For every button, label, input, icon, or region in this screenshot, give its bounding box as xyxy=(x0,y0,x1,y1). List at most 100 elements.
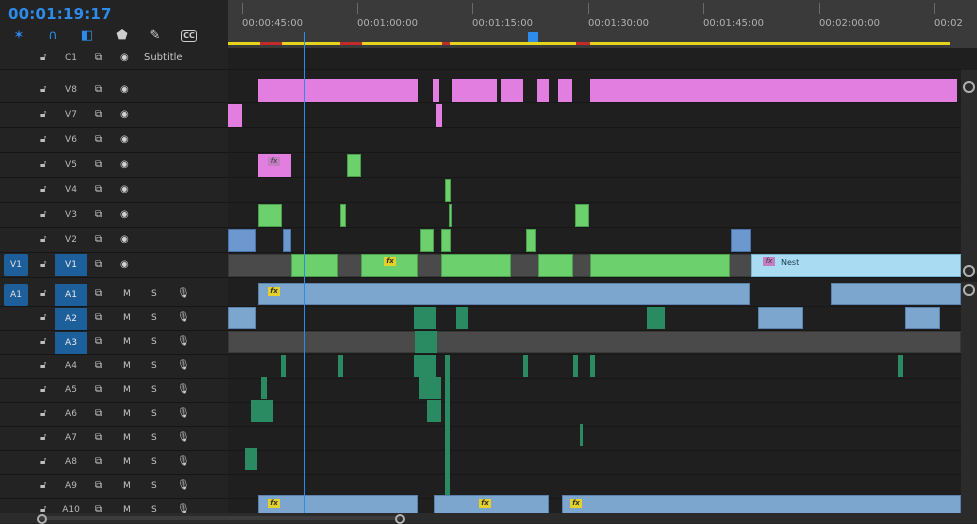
sync-lock-icon[interactable]: ⧉ xyxy=(95,312,102,323)
solo-button[interactable]: S xyxy=(151,337,157,347)
solo-button[interactable]: S xyxy=(151,433,157,443)
audio-clip[interactable] xyxy=(228,307,256,329)
sync-lock-icon[interactable]: ⧉ xyxy=(95,184,102,195)
source-target-button[interactable]: A1 xyxy=(4,284,28,306)
track-name[interactable]: V7 xyxy=(55,110,87,120)
playhead-handle[interactable] xyxy=(528,32,538,42)
mute-button[interactable]: M xyxy=(123,313,131,323)
track-name[interactable]: V3 xyxy=(55,210,87,220)
audio-lane[interactable] xyxy=(228,403,961,427)
scroll-handle-top[interactable] xyxy=(963,284,975,296)
audio-lane[interactable] xyxy=(228,451,961,475)
sync-lock-icon[interactable]: ⧉ xyxy=(95,336,102,347)
marker-icon[interactable]: ⬟ xyxy=(114,28,130,44)
track-name[interactable]: A4 xyxy=(55,361,87,371)
audio-track-fill[interactable] xyxy=(228,331,961,353)
video-clip[interactable] xyxy=(445,179,451,202)
eye-icon[interactable]: ◉ xyxy=(120,84,129,95)
microphone-icon[interactable]: 🎙︎ xyxy=(177,432,190,443)
sync-lock-icon[interactable]: ⧉ xyxy=(95,288,102,299)
mute-button[interactable]: M xyxy=(123,457,131,467)
solo-button[interactable]: S xyxy=(151,385,157,395)
microphone-icon[interactable]: 🎙︎ xyxy=(177,288,190,299)
solo-button[interactable]: S xyxy=(151,289,157,299)
solo-button[interactable]: S xyxy=(151,313,157,323)
audio-clip[interactable] xyxy=(590,355,595,377)
audio-clip[interactable] xyxy=(414,355,436,377)
video-clip[interactable] xyxy=(340,204,346,227)
audio-lane[interactable] xyxy=(228,427,961,451)
solo-button[interactable]: S xyxy=(151,481,157,491)
lock-icon[interactable]: 🔓︎ xyxy=(40,259,48,270)
audio-clip[interactable] xyxy=(445,355,450,495)
audio-clip[interactable] xyxy=(419,377,441,399)
microphone-icon[interactable]: 🎙︎ xyxy=(177,336,190,347)
microphone-icon[interactable]: 🎙︎ xyxy=(177,408,190,419)
track-name[interactable]: V2 xyxy=(55,235,87,245)
track-name[interactable]: V1 xyxy=(55,254,87,276)
video-clip[interactable] xyxy=(420,229,434,252)
video-clip[interactable] xyxy=(590,254,730,277)
solo-button[interactable]: S xyxy=(151,457,157,467)
audio-clip[interactable] xyxy=(898,355,903,377)
lock-icon[interactable]: 🔓︎ xyxy=(40,456,48,467)
video-clip[interactable] xyxy=(441,254,511,277)
subtitle-lane[interactable] xyxy=(228,48,961,70)
zoom-scroll-bar[interactable] xyxy=(40,516,400,520)
sync-lock-icon[interactable]: ⧉ xyxy=(95,134,102,145)
sync-lock-icon[interactable]: ⧉ xyxy=(95,234,102,245)
audio-lane[interactable] xyxy=(228,379,961,403)
sync-lock-icon[interactable]: ⧉ xyxy=(95,259,102,270)
video-clip[interactable] xyxy=(449,204,452,227)
lock-icon[interactable]: 🔓︎ xyxy=(40,384,48,395)
audio-clip[interactable] xyxy=(831,283,961,305)
track-name[interactable]: A2 xyxy=(55,308,87,330)
nest-toggle-icon[interactable]: ◧ xyxy=(79,28,95,44)
horizontal-scrollbar[interactable] xyxy=(0,513,977,524)
track-name[interactable]: A9 xyxy=(55,481,87,491)
sync-lock-icon[interactable]: ⧉ xyxy=(95,480,102,491)
sync-lock-icon[interactable]: ⧉ xyxy=(95,84,102,95)
sync-lock-icon[interactable]: ⧉ xyxy=(95,384,102,395)
audio-clip[interactable] xyxy=(258,495,418,515)
audio-lane[interactable] xyxy=(228,307,961,331)
audio-clip[interactable] xyxy=(281,355,286,377)
lock-icon[interactable]: 🔓︎ xyxy=(40,134,48,145)
track-name[interactable]: A8 xyxy=(55,457,87,467)
lock-icon[interactable]: 🔓︎ xyxy=(40,84,48,95)
eye-icon[interactable]: ◉ xyxy=(120,209,129,220)
audio-clip[interactable] xyxy=(647,307,665,329)
video-clip[interactable] xyxy=(347,154,361,177)
eye-icon[interactable]: ◉ xyxy=(120,52,129,63)
wrench-icon[interactable]: ✎ xyxy=(147,28,163,44)
audio-clip[interactable] xyxy=(523,355,528,377)
video-clip[interactable] xyxy=(575,204,589,227)
timeline-tracks-area[interactable]: fx fx fx Nest fx fx fx fx xyxy=(228,48,977,523)
sync-lock-icon[interactable]: ⧉ xyxy=(95,408,102,419)
eye-icon[interactable]: ◉ xyxy=(120,234,129,245)
audio-clip[interactable] xyxy=(245,448,257,470)
track-name[interactable]: V8 xyxy=(55,85,87,95)
mute-button[interactable]: M xyxy=(123,385,131,395)
audio-clip[interactable] xyxy=(414,307,436,329)
sync-lock-icon[interactable]: ⧉ xyxy=(95,52,102,63)
lock-icon[interactable]: 🔓︎ xyxy=(40,312,48,323)
audio-clip[interactable] xyxy=(261,377,267,399)
time-ruler[interactable]: 00:00:45:00 00:01:00:00 00:01:15:00 00:01:3… xyxy=(228,0,977,48)
video-clip[interactable] xyxy=(283,229,291,252)
snap-icon[interactable]: ✶ xyxy=(11,28,27,44)
lock-icon[interactable]: 🔓︎ xyxy=(40,184,48,195)
lock-icon[interactable]: 🔓︎ xyxy=(40,52,48,63)
microphone-icon[interactable]: 🎙︎ xyxy=(177,384,190,395)
track-name[interactable]: A7 xyxy=(55,433,87,443)
video-lane[interactable] xyxy=(228,203,961,228)
lock-icon[interactable]: 🔓︎ xyxy=(40,480,48,491)
video-clip[interactable] xyxy=(731,229,751,252)
track-name[interactable]: A3 xyxy=(55,332,87,354)
track-name[interactable]: V6 xyxy=(55,135,87,145)
lock-icon[interactable]: 🔓︎ xyxy=(40,209,48,220)
track-name[interactable]: V4 xyxy=(55,185,87,195)
lock-icon[interactable]: 🔓︎ xyxy=(40,288,48,299)
microphone-icon[interactable]: 🎙︎ xyxy=(177,480,190,491)
audio-clip[interactable] xyxy=(562,495,961,515)
